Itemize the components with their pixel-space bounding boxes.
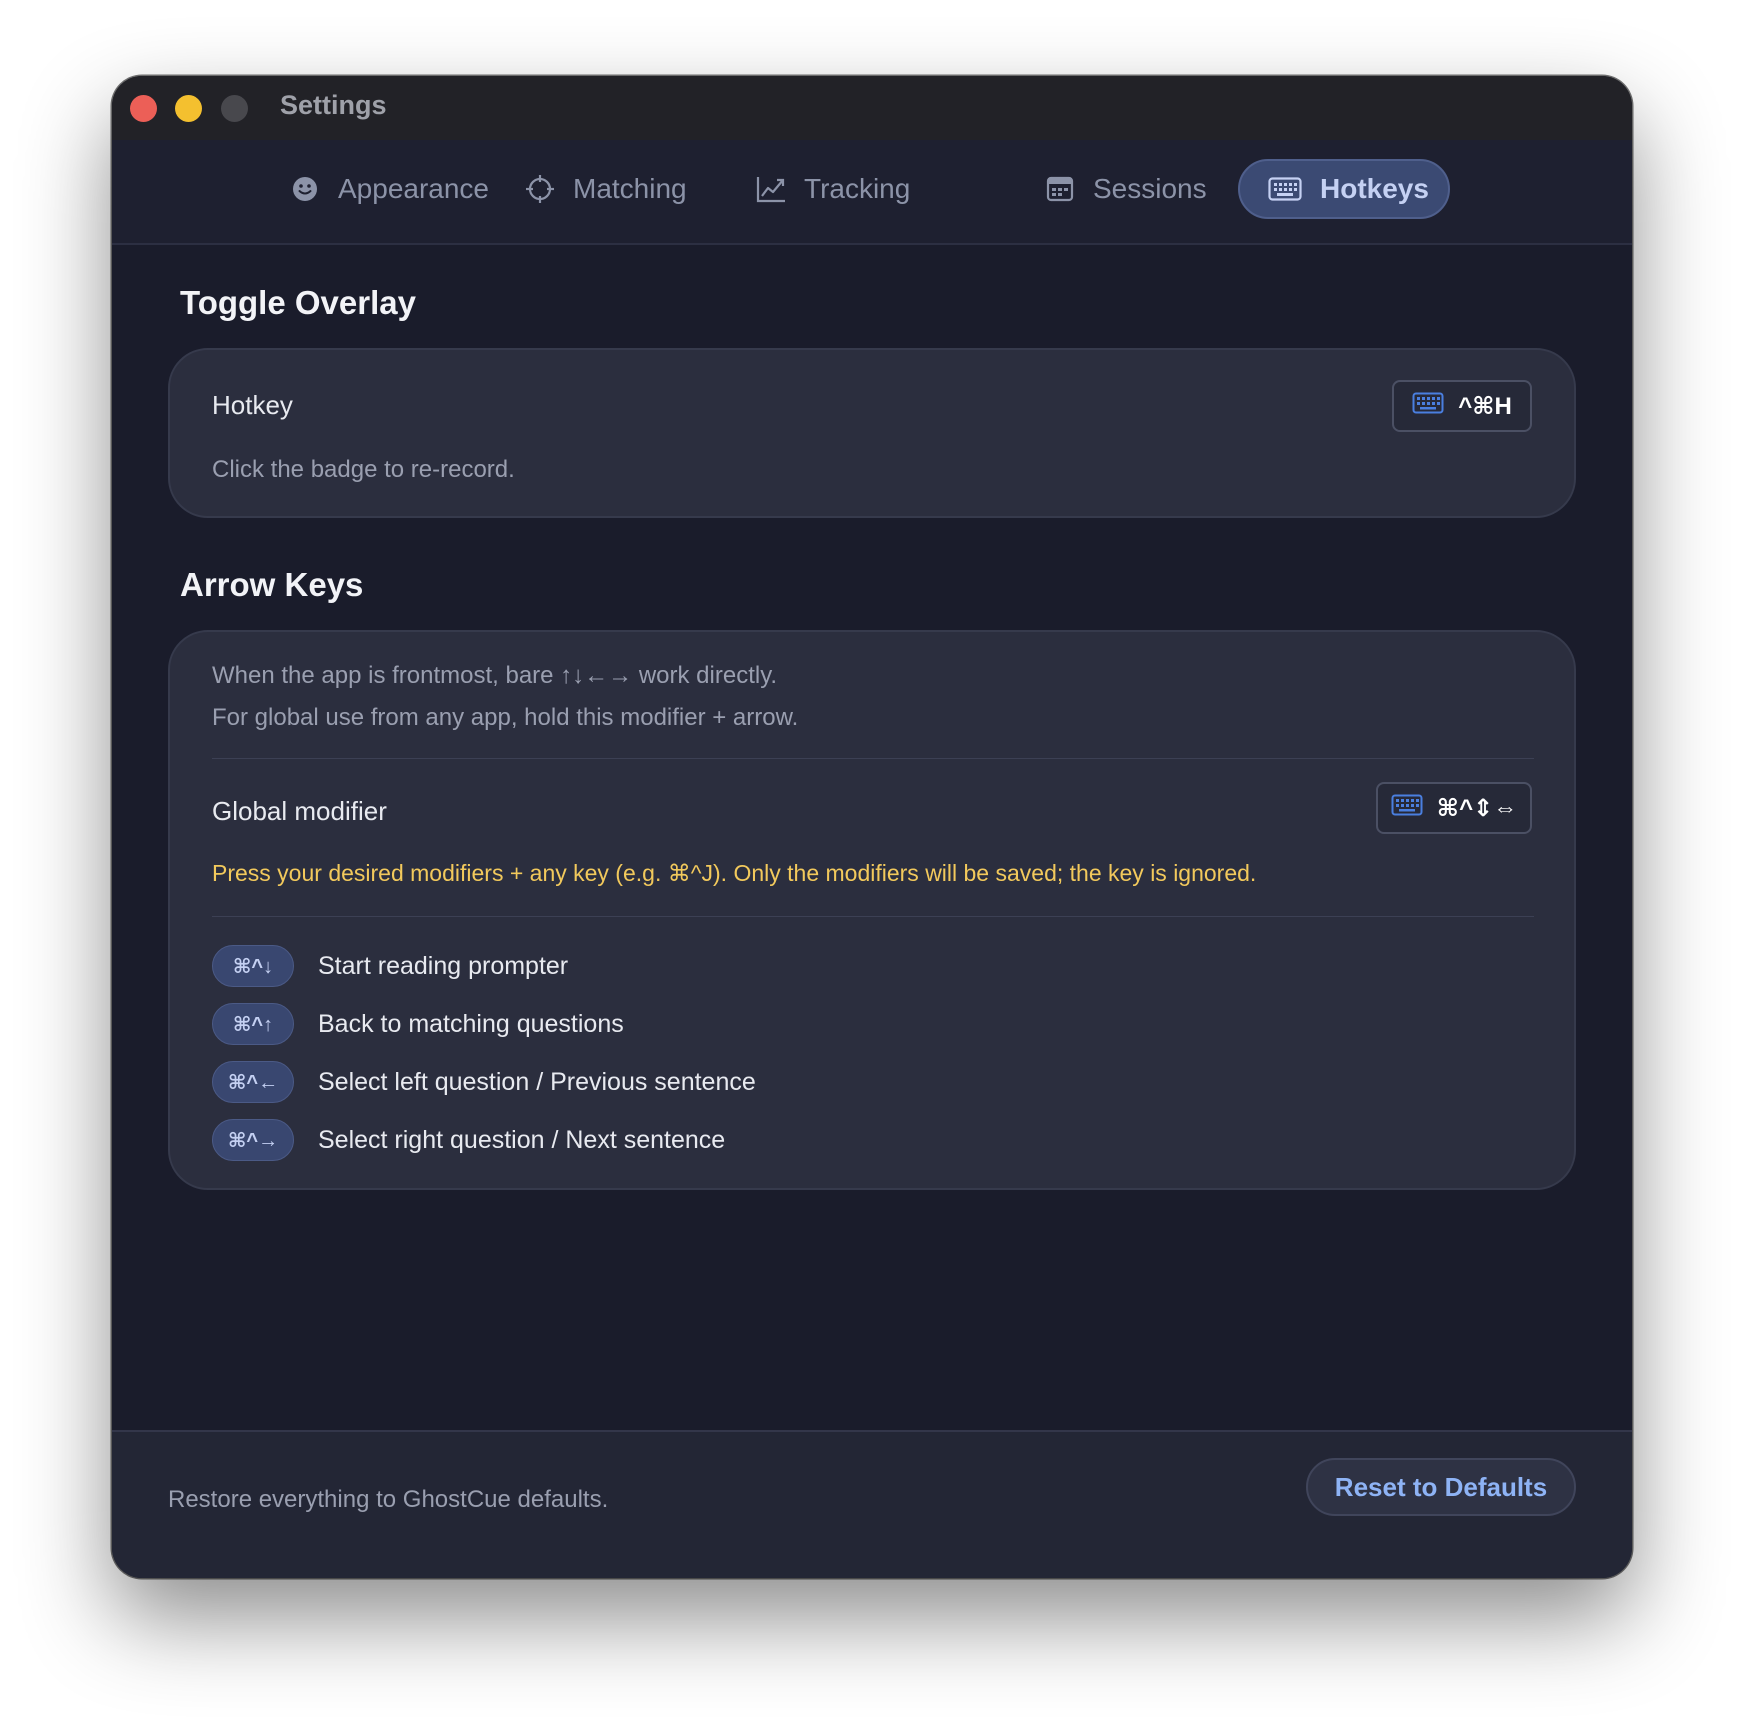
key-combo-badge: ⌘^← bbox=[212, 1061, 294, 1103]
global-modifier-value: ⌘^⇕⇔ bbox=[1436, 794, 1518, 822]
divider bbox=[212, 758, 1534, 759]
tab-matching[interactable]: Matching bbox=[525, 159, 687, 219]
keyboard-icon bbox=[1412, 392, 1444, 421]
tab-hotkeys[interactable]: Hotkeys bbox=[1238, 159, 1450, 219]
tab-label: Sessions bbox=[1093, 173, 1207, 204]
footer-bar: Restore everything to GhostCue defaults.… bbox=[112, 1430, 1632, 1578]
hotkey-label: Hotkey bbox=[212, 390, 293, 420]
global-modifier-label: Global modifier bbox=[212, 796, 387, 826]
zoom-window-button[interactable] bbox=[221, 95, 248, 122]
window-title: Settings bbox=[280, 90, 387, 120]
hotkey-value: ^⌘H bbox=[1458, 392, 1512, 420]
tab-bar: Appearance Matching Tracking Sessions Ho… bbox=[112, 140, 1632, 245]
arrow-keys-card: When the app is frontmost, bare ↑↓←→ wor… bbox=[168, 630, 1576, 1190]
hotkey-help-text: Click the badge to re-record. bbox=[212, 456, 515, 483]
arrow-keys-heading: Arrow Keys bbox=[180, 566, 364, 603]
toggle-overlay-heading: Toggle Overlay bbox=[180, 284, 416, 321]
arrow-keys-description-1: When the app is frontmost, bare ↑↓←→ wor… bbox=[212, 662, 778, 689]
footer-text: Restore everything to GhostCue defaults. bbox=[168, 1486, 609, 1513]
close-window-button[interactable] bbox=[130, 95, 157, 122]
keyboard-icon bbox=[1391, 794, 1423, 823]
key-binding-description: Select right question / Next sentence bbox=[318, 1125, 726, 1154]
tab-sessions[interactable]: Sessions bbox=[1045, 159, 1207, 219]
key-binding-description: Start reading prompter bbox=[318, 951, 569, 980]
arrow-keys-description-2: For global use from any app, hold this m… bbox=[212, 704, 799, 731]
key-combo-badge: ⌘^↓ bbox=[212, 945, 294, 987]
key-binding-row: ⌘^← Select left question / Previous sent… bbox=[212, 1060, 756, 1104]
tab-tracking[interactable]: Tracking bbox=[756, 159, 910, 219]
key-binding-row: ⌘^↑ Back to matching questions bbox=[212, 1002, 624, 1046]
calendar-icon bbox=[1045, 174, 1075, 204]
toggle-overlay-card: Hotkey ^⌘H Click the badge to re-record. bbox=[168, 348, 1576, 518]
divider bbox=[212, 916, 1534, 917]
crosshair-icon bbox=[525, 174, 555, 204]
hotkey-record-badge[interactable]: ^⌘H bbox=[1392, 380, 1532, 432]
settings-window: Settings Appearance Matching Tracking Se… bbox=[112, 76, 1632, 1578]
line-chart-icon bbox=[756, 174, 786, 204]
tab-label: Appearance bbox=[338, 173, 490, 204]
keyboard-icon bbox=[1268, 174, 1302, 204]
key-binding-description: Back to matching questions bbox=[318, 1009, 624, 1038]
tab-label: Tracking bbox=[804, 173, 911, 204]
tab-label: Matching bbox=[573, 173, 687, 204]
global-modifier-record-badge[interactable]: ⌘^⇕⇔ bbox=[1376, 782, 1532, 834]
key-binding-row: ⌘^↓ Start reading prompter bbox=[212, 944, 568, 988]
minimize-window-button[interactable] bbox=[175, 95, 202, 122]
modifier-hint-text: Press your desired modifiers + any key (… bbox=[212, 860, 1257, 886]
tab-appearance[interactable]: Appearance bbox=[290, 159, 489, 219]
smiley-icon bbox=[290, 174, 320, 204]
key-binding-row: ⌘^→ Select right question / Next sentenc… bbox=[212, 1118, 725, 1162]
key-combo-badge: ⌘^→ bbox=[212, 1119, 294, 1161]
title-bar: Settings bbox=[112, 76, 1632, 140]
key-binding-description: Select left question / Previous sentence bbox=[318, 1067, 756, 1096]
key-combo-badge: ⌘^↑ bbox=[212, 1003, 294, 1045]
tab-label: Hotkeys bbox=[1320, 173, 1429, 204]
reset-to-defaults-button[interactable]: Reset to Defaults bbox=[1306, 1458, 1576, 1516]
